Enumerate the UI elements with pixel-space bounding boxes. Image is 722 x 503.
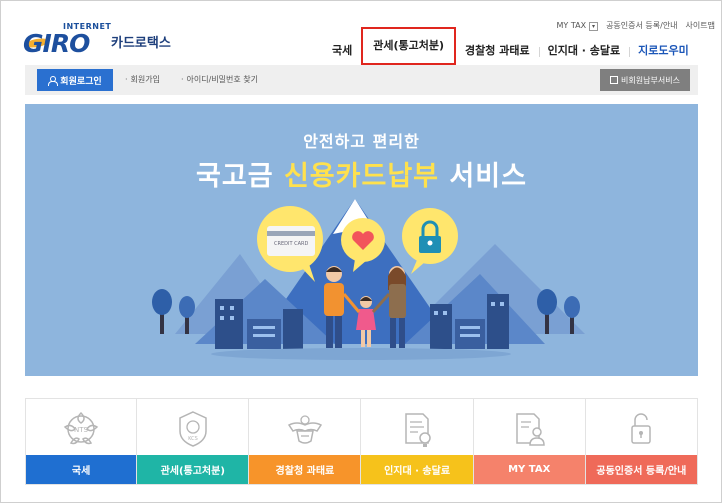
nav-customs[interactable]: 관세(통고처분) (361, 27, 457, 65)
nav-stamp-fee[interactable]: 인지대 · 송달료 (538, 39, 630, 63)
member-login-button[interactable]: 회원로그인 (37, 69, 113, 91)
nav-national-tax[interactable]: 국세 (323, 39, 361, 63)
chevron-down-icon[interactable]: ▾ (589, 21, 599, 31)
util-sitemap-link[interactable]: 사이트맵 (686, 20, 715, 31)
service-label-police-fine: 경찰청 과태료 (249, 455, 361, 484)
util-mytax-link[interactable]: MY TAX ▾ (557, 21, 599, 31)
service-certificate[interactable]: 공동인증서 등록/안내 (585, 398, 698, 485)
service-menu: NTS 국세 KCS 관세(통고처분) 경찰청 과태료 인지대 · 송달료 MY… (25, 398, 698, 485)
main-nav: 국세 관세(통고처분) 경찰청 과태료 인지대 · 송달료 지로도우미 (323, 27, 698, 65)
document-icon (610, 76, 619, 84)
service-mytax[interactable]: MY TAX (473, 398, 586, 485)
util-mytax-label: MY TAX (556, 20, 587, 30)
logo-mark: INTERNET GIRO (23, 22, 111, 58)
nonmember-payment-button[interactable]: 비회원납부서비스 (600, 69, 690, 91)
utility-links: MY TAX ▾ 공동인증서 등록/안내 사이트맵 (557, 20, 715, 31)
user-document-icon (516, 413, 545, 446)
logo-subtitle: 카드로택스 (111, 36, 171, 51)
service-stamp-fee[interactable]: 인지대 · 송달료 (361, 398, 474, 485)
card-text: CREDIT CARD (274, 241, 308, 247)
giro-logo[interactable]: INTERNET GIRO 카드로택스 (23, 22, 171, 58)
banner-title-accent: 신용카드납부 (283, 161, 440, 192)
service-label-mytax: MY TAX (473, 455, 585, 484)
service-label-stamp-fee: 인지대 · 송달료 (361, 455, 473, 484)
police-emblem-icon (287, 415, 322, 444)
logo-giro-text: GIRO (23, 29, 90, 58)
banner-subtitle: 안전하고 편리한 (303, 132, 420, 151)
service-label-customs: 관세(통고처분) (137, 455, 249, 484)
banner-title-suffix: 서비스 (449, 161, 527, 192)
main-banner[interactable]: CREDIT CARD 안전하고 편리한 국고금 신용카드납부 서비스 (25, 104, 698, 376)
service-national-tax[interactable]: NTS 국세 (25, 398, 138, 485)
page-frame: INTERNET GIRO 카드로택스 MY TAX ▾ 공동인증서 등록/안내 … (0, 0, 722, 503)
service-police-fine[interactable]: 경찰청 과태료 (249, 398, 362, 485)
stamp-document-icon (405, 413, 431, 447)
service-label-certificate: 공동인증서 등록/안내 (585, 455, 697, 484)
service-customs[interactable]: KCS 관세(통고처분) (137, 398, 250, 485)
nts-emblem-icon: NTS (63, 411, 99, 445)
lock-icon (631, 413, 652, 444)
join-link[interactable]: 회원가입 (125, 74, 160, 85)
service-label-national-tax: 국세 (26, 455, 137, 484)
find-account-link[interactable]: 아이디/비밀번호 찾기 (181, 74, 258, 85)
member-login-label: 회원로그인 (60, 76, 102, 87)
sub-nav: 회원로그인 회원가입 아이디/비밀번호 찾기 비회원납부서비스 (25, 65, 698, 95)
banner-title-prefix: 국고금 (196, 161, 274, 192)
nav-giro-helper[interactable]: 지로도우미 (629, 39, 698, 63)
nav-police-fine[interactable]: 경찰청 과태료 (456, 39, 539, 63)
nts-emblem-text: NTS (74, 426, 89, 434)
user-icon (48, 75, 59, 86)
nonmember-payment-label: 비회원납부서비스 (621, 75, 680, 85)
util-cert-link[interactable]: 공동인증서 등록/안내 (606, 20, 677, 31)
header: INTERNET GIRO 카드로택스 MY TAX ▾ 공동인증서 등록/안내 … (1, 1, 721, 65)
customs-badge-icon: KCS (178, 411, 207, 447)
kcs-emblem-text: KCS (188, 436, 198, 442)
banner-title: 국고금 신용카드납부 서비스 (25, 154, 698, 193)
